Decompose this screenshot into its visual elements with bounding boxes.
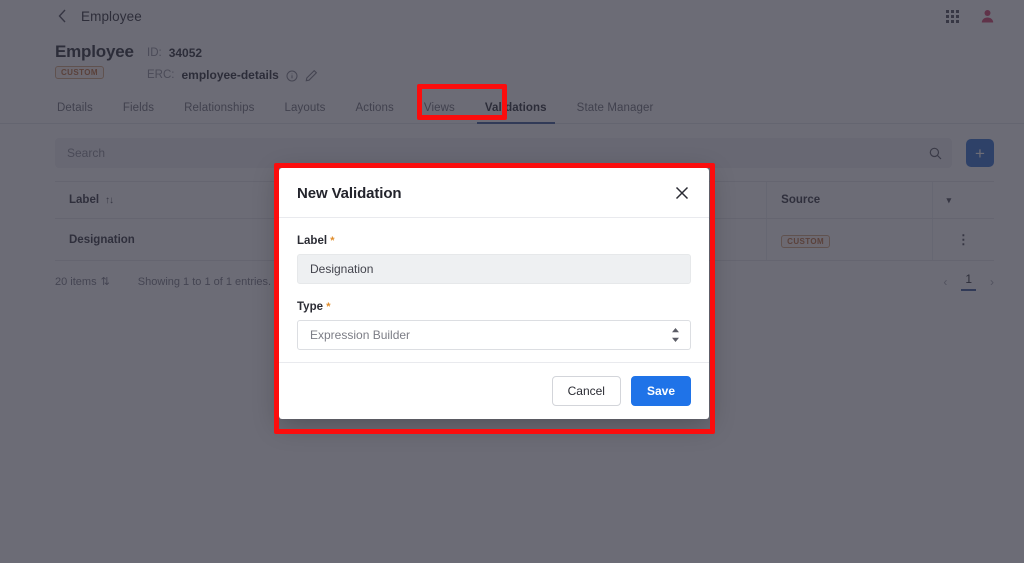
dialog-body: Label * Type * Expression Builder <box>279 218 709 362</box>
dialog-header: New Validation <box>279 168 709 218</box>
required-asterisk: * <box>326 301 330 313</box>
cancel-button[interactable]: Cancel <box>552 376 621 406</box>
label-field-caption-text: Label <box>297 235 327 247</box>
type-select[interactable]: Expression Builder <box>297 320 691 350</box>
dialog-footer: Cancel Save <box>279 362 709 419</box>
close-icon[interactable] <box>673 184 691 202</box>
type-field-caption: Type * <box>297 301 691 313</box>
label-field-caption: Label * <box>297 235 691 247</box>
label-input[interactable] <box>297 254 691 284</box>
dialog-title: New Validation <box>297 185 401 202</box>
type-select-wrap: Expression Builder <box>297 320 691 350</box>
type-field-caption-text: Type <box>297 301 323 313</box>
save-button[interactable]: Save <box>631 376 691 406</box>
new-validation-dialog: New Validation Label * Type * Expression… <box>279 168 709 419</box>
field-label-group: Label * <box>297 235 691 284</box>
field-type-group: Type * Expression Builder <box>297 301 691 350</box>
required-asterisk: * <box>330 235 334 247</box>
